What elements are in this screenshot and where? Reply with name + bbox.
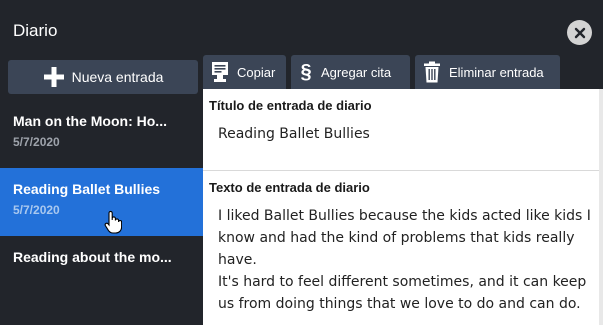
- entry-paragraph: It's hard to feel different sometimes, a…: [218, 274, 587, 312]
- list-item-selected[interactable]: Reading Ballet Bullies 5/7/2020: [0, 168, 203, 236]
- new-entry-label: Nueva entrada: [71, 69, 164, 85]
- clipboard-icon: [212, 62, 228, 82]
- entry-title: Reading Ballet Bullies: [13, 181, 161, 197]
- text-field-label: Texto de entrada de diario: [209, 180, 370, 195]
- page-title: Diario: [13, 21, 58, 40]
- delete-entry-label: Eliminar entrada: [449, 64, 544, 80]
- entry-date: 5/7/2020: [13, 203, 60, 217]
- hand-cursor-icon: [104, 210, 122, 234]
- entry-editor: Título de entrada de diario Reading Ball…: [203, 89, 603, 325]
- section-sign-icon: §: [300, 61, 312, 83]
- entry-title: Man on the Moon: Ho...: [13, 113, 167, 129]
- entry-paragraph: I liked Ballet Bullies because the kids …: [218, 208, 591, 268]
- entry-text-field[interactable]: I liked Ballet Bullies because the kids …: [203, 195, 603, 315]
- list-item[interactable]: Reading about the mo...: [0, 236, 203, 304]
- close-button[interactable]: [567, 20, 592, 45]
- copy-label: Copiar: [237, 64, 276, 80]
- copy-button[interactable]: Copiar: [203, 55, 286, 89]
- trash-icon: [424, 61, 440, 83]
- add-citation-label: Agregar cita: [321, 64, 392, 80]
- scrollbar[interactable]: [599, 89, 603, 325]
- entry-date: 5/7/2020: [13, 135, 60, 149]
- add-citation-button[interactable]: § Agregar cita: [291, 55, 410, 89]
- new-entry-button[interactable]: Nueva entrada: [8, 60, 198, 94]
- entry-title: Reading about the mo...: [13, 249, 172, 265]
- entry-list: Man on the Moon: Ho... 5/7/2020 Reading …: [0, 100, 203, 325]
- delete-entry-button[interactable]: Eliminar entrada: [415, 55, 560, 89]
- plus-icon: [43, 67, 64, 87]
- close-icon: [574, 27, 585, 38]
- title-field-label: Título de entrada de diario: [209, 98, 372, 113]
- title-field[interactable]: Reading Ballet Bullies: [203, 113, 603, 170]
- list-item[interactable]: Man on the Moon: Ho... 5/7/2020: [0, 100, 203, 168]
